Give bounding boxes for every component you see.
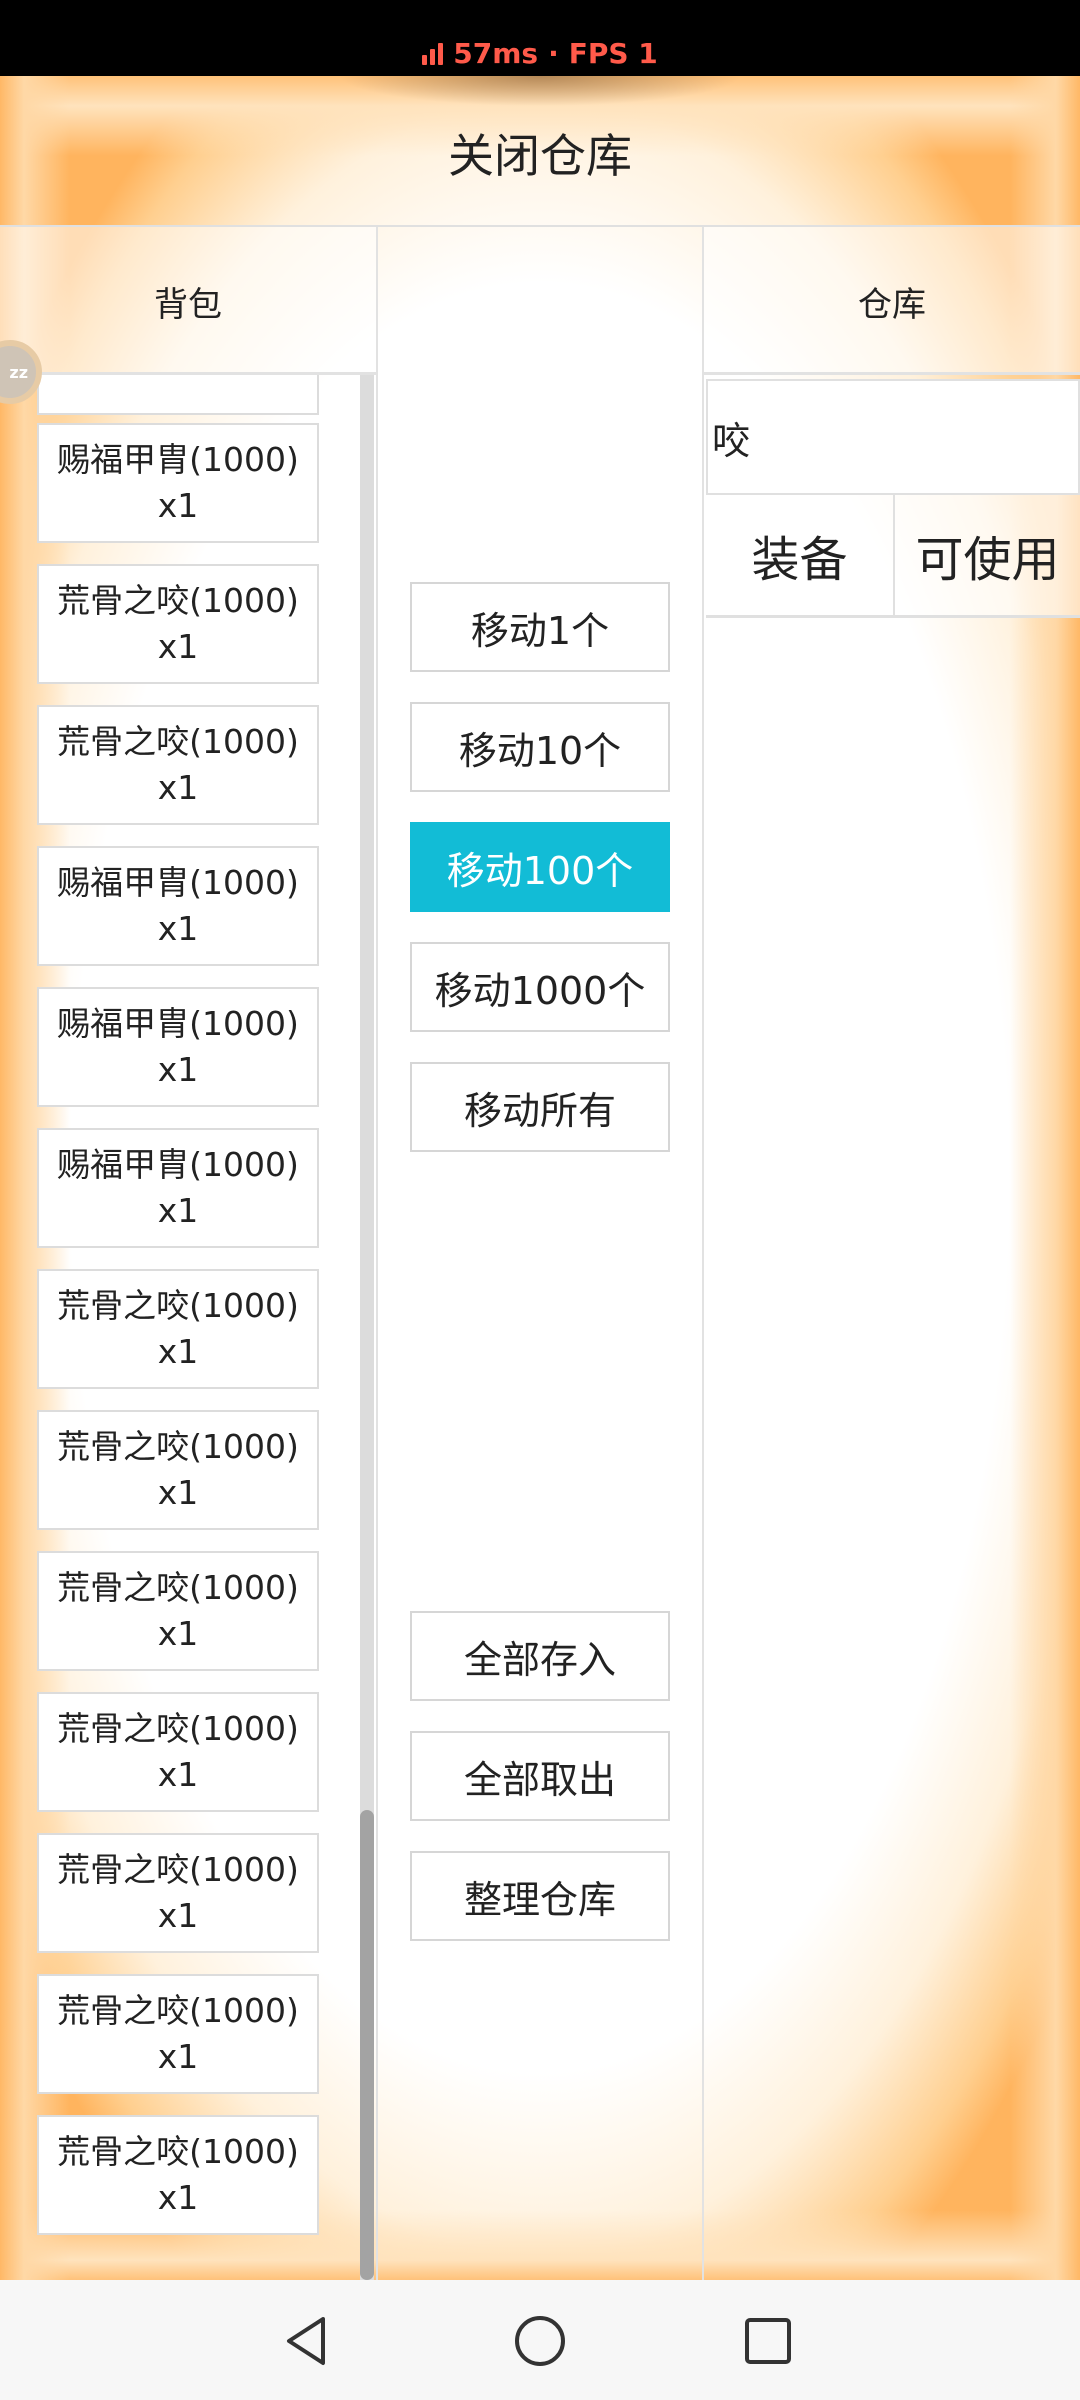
column-divider-right: [702, 227, 704, 2280]
backpack-item[interactable]: 荒骨之咬(1000) x1: [37, 1974, 319, 2094]
backpack-header: 背包: [0, 227, 376, 375]
item-name: 荒骨之咬(1000): [57, 2132, 299, 2171]
item-count: x1: [157, 768, 199, 807]
backpack-item[interactable]: 赐福甲胄(1000) x1: [37, 1128, 319, 1248]
item-name: 赐福甲胄(1000): [57, 1145, 299, 1184]
signal-icon: [422, 41, 444, 65]
item-count: x1: [157, 2037, 199, 2076]
latency-text: 57ms: [453, 36, 539, 70]
filter-bottom-line: [706, 615, 1080, 618]
item-name: 荒骨之咬(1000): [57, 1991, 299, 2030]
move-1-button[interactable]: 移动1个: [410, 582, 670, 672]
home-icon[interactable]: [505, 2306, 575, 2376]
system-nav-bar: [0, 2280, 1080, 2400]
backpack-item[interactable]: 赐福甲胄(1000) x1: [37, 423, 319, 543]
item-name: 荒骨之咬(1000): [57, 1286, 299, 1325]
warehouse-header-label: 仓库: [858, 284, 926, 325]
item-name: 荒骨之咬(1000): [57, 722, 299, 761]
item-count: x1: [157, 1191, 199, 1230]
move-1000-button[interactable]: 移动1000个: [410, 942, 670, 1032]
backpack-header-label: 背包: [154, 284, 222, 325]
item-name: 荒骨之咬(1000): [57, 1568, 299, 1607]
sort-warehouse-button[interactable]: 整理仓库: [410, 1851, 670, 1941]
item-name: 赐福甲胄(1000): [57, 440, 299, 479]
backpack-item[interactable]: 荒骨之咬(1000) x1: [37, 1833, 319, 1953]
network-stats: 57ms · FPS 1: [422, 37, 658, 70]
top-shadow: [340, 76, 740, 106]
column-divider-left: [376, 227, 378, 2280]
backpack-item[interactable]: 荒骨之咬(1000) x1: [37, 1269, 319, 1389]
item-count: x1: [157, 2178, 199, 2217]
backpack-item[interactable]: 赐福甲胄(1000) x1: [37, 846, 319, 966]
move-100-button[interactable]: 移动100个: [410, 822, 670, 912]
backpack-scrollbar-thumb[interactable]: [360, 1810, 374, 2280]
filter-tab-label: 可使用: [915, 532, 1060, 588]
item-name: 赐福甲胄(1000): [57, 863, 299, 902]
move-all-button[interactable]: 移动所有: [410, 1062, 670, 1152]
deposit-all-button[interactable]: 全部存入: [410, 1611, 670, 1701]
item-count: x1: [157, 1332, 199, 1371]
move-10-button[interactable]: 移动10个: [410, 702, 670, 792]
backpack-item[interactable]: 荒骨之咬(1000) x1: [37, 705, 319, 825]
item-count: x1: [157, 1050, 199, 1089]
backpack-item[interactable]: 荒骨之咬(1000) x1: [37, 1692, 319, 1812]
item-count: x1: [157, 486, 199, 525]
item-count: x1: [157, 1614, 199, 1653]
back-icon[interactable]: [272, 2306, 342, 2376]
backpack-item[interactable]: x86: [37, 375, 319, 415]
item-count: x1: [157, 1755, 199, 1794]
filter-tab-equipment[interactable]: 装备: [706, 495, 893, 615]
warehouse-header: 仓库: [704, 227, 1080, 375]
status-bar: 57ms · FPS 1: [0, 0, 1080, 76]
backpack-item[interactable]: 荒骨之咬(1000) x1: [37, 564, 319, 684]
item-count: x1: [157, 909, 199, 948]
warehouse-header-line: [704, 372, 1080, 375]
item-name: 荒骨之咬(1000): [57, 1709, 299, 1748]
screen: 57ms · FPS 1 关闭仓库 背包 x86 赐福甲胄(1000) x1: [0, 0, 1080, 2400]
item-count: x86: [147, 375, 209, 378]
filter-tab-label: 装备: [751, 532, 848, 588]
recents-icon[interactable]: [733, 2306, 803, 2376]
item-name: 荒骨之咬(1000): [57, 1427, 299, 1466]
item-count: x1: [157, 1896, 199, 1935]
backpack-list[interactable]: x86 赐福甲胄(1000) x1 荒骨之咬(1000) x1 荒骨之咬(100…: [0, 375, 370, 2280]
filter-tab-usable[interactable]: 可使用: [895, 495, 1080, 615]
item-count: x1: [157, 627, 199, 666]
separator-text: ·: [548, 36, 559, 70]
search-input-value: 咬: [712, 418, 751, 463]
backpack-item[interactable]: 荒骨之咬(1000) x1: [37, 1551, 319, 1671]
item-count: x1: [157, 1473, 199, 1512]
warehouse-screen: 关闭仓库 背包 x86 赐福甲胄(1000) x1 荒骨之咬(1000) x1: [0, 76, 1080, 2280]
withdraw-all-button[interactable]: 全部取出: [410, 1731, 670, 1821]
fps-text: FPS 1: [568, 36, 658, 70]
backpack-item[interactable]: 赐福甲胄(1000) x1: [37, 987, 319, 1107]
warehouse-search-input[interactable]: 咬: [706, 379, 1080, 495]
item-name: 荒骨之咬(1000): [57, 1850, 299, 1889]
close-warehouse-button[interactable]: 关闭仓库: [0, 120, 1080, 186]
backpack-item[interactable]: 荒骨之咬(1000) x1: [37, 2115, 319, 2235]
backpack-item[interactable]: 荒骨之咬(1000) x1: [37, 1410, 319, 1530]
item-name: 赐福甲胄(1000): [57, 1004, 299, 1043]
item-name: 荒骨之咬(1000): [57, 581, 299, 620]
